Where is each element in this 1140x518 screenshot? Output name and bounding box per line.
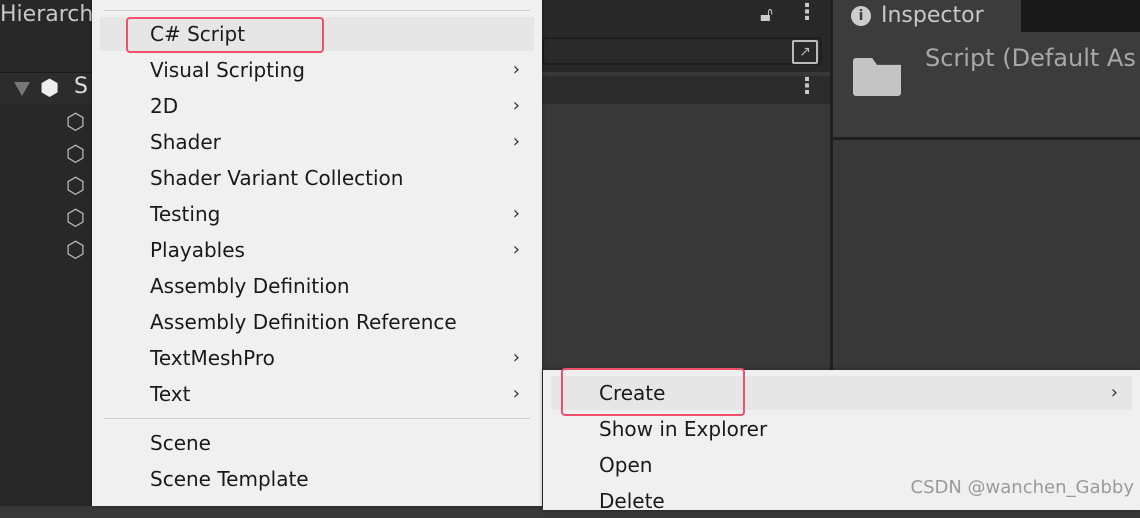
search-row: ↗ xyxy=(542,32,830,72)
chevron-right-icon: › xyxy=(512,203,520,224)
menu-item-label: Delete xyxy=(599,489,665,513)
more-options-icon[interactable]: ⋮ xyxy=(796,74,818,99)
menu-item-label: Scene xyxy=(150,431,211,455)
menu-item-text[interactable]: Text › xyxy=(100,377,534,411)
hierarchy-panel: Hierarchy ⬢ S ⬡ ⬡ ⬡ ⬡ ⬡ xyxy=(0,0,106,506)
tab-inspector-label: Inspector xyxy=(881,3,984,28)
menu-item-scene-template[interactable]: Scene Template xyxy=(100,462,534,496)
menu-item-label: Text xyxy=(150,382,191,406)
chevron-right-icon: › xyxy=(512,239,520,260)
create-submenu: C# Script Visual Scripting › 2D › Shader › Shad… xyxy=(92,0,542,506)
menu-item-show-in-explorer[interactable]: Show in Explorer xyxy=(551,412,1132,446)
inspector-title: Script (Default As xyxy=(925,44,1136,72)
menu-item-label: Assembly Definition xyxy=(150,274,350,298)
gameobject-cube-icon[interactable]: ⬡ xyxy=(66,238,92,264)
chevron-right-icon: › xyxy=(512,347,520,368)
menu-item-assembly-definition-reference[interactable]: Assembly Definition Reference xyxy=(100,305,534,339)
gameobject-cube-icon[interactable]: ⬡ xyxy=(66,110,92,136)
menu-item-label: Visual Scripting xyxy=(150,58,305,82)
menu-item-label: TextMeshPro xyxy=(150,346,275,370)
chevron-right-icon: › xyxy=(512,59,520,80)
menu-item-assembly-definition[interactable]: Assembly Definition xyxy=(100,269,534,303)
menu-item-label: Shader xyxy=(150,130,221,154)
inspector-header: Script (Default As xyxy=(833,32,1140,140)
menu-item-label: Open xyxy=(599,453,653,477)
chevron-right-icon: › xyxy=(1110,382,1118,403)
menu-item-2d[interactable]: 2D › xyxy=(100,89,534,123)
menu-item-label: Playables xyxy=(150,238,245,262)
menu-item-label: 2D xyxy=(150,94,179,118)
chevron-right-icon: › xyxy=(512,383,520,404)
menu-item-visual-scripting[interactable]: Visual Scripting › xyxy=(100,53,534,87)
menu-divider xyxy=(104,418,530,419)
info-icon: i xyxy=(851,6,871,26)
gameobject-cube-icon[interactable]: ⬡ xyxy=(66,206,92,232)
folder-icon xyxy=(853,58,901,96)
menu-item-textmeshpro[interactable]: TextMeshPro › xyxy=(100,341,534,375)
inspector-tabbar: Inspector i xyxy=(833,0,1140,32)
lock-icon[interactable]: 🔓︎ xyxy=(760,2,773,26)
more-options-icon[interactable]: ⋮ xyxy=(796,0,818,25)
gameobject-cube-icon[interactable]: ⬡ xyxy=(66,174,92,200)
search-input[interactable] xyxy=(542,37,822,65)
chevron-right-icon: › xyxy=(512,131,520,152)
menu-item-shader[interactable]: Shader › xyxy=(100,125,534,159)
menu-item-label: Assembly Definition Reference xyxy=(150,310,457,334)
menu-item-shader-variant-collection[interactable]: Shader Variant Collection xyxy=(100,161,534,195)
menu-item-scene[interactable]: Scene xyxy=(100,426,534,460)
project-toolbar: ⋮ xyxy=(542,74,830,104)
menu-item-playables[interactable]: Playables › xyxy=(100,233,534,267)
expand-icon[interactable]: ↗ xyxy=(792,40,818,64)
watermark: CSDN @wanchen_Gabby xyxy=(910,477,1134,498)
highlight-box xyxy=(561,368,745,416)
menu-item-label: Testing xyxy=(150,202,221,226)
expand-triangle-icon[interactable] xyxy=(14,82,30,96)
menu-item-label: Scene Template xyxy=(150,467,309,491)
menu-item-label: Show in Explorer xyxy=(599,417,768,441)
gameobject-cube-icon[interactable]: ⬡ xyxy=(66,142,92,168)
project-tabbar: 🔓︎ ⋮ xyxy=(542,0,830,32)
hierarchy-title[interactable]: Hierarchy xyxy=(0,2,106,27)
chevron-right-icon: › xyxy=(512,95,520,116)
unity-logo-icon: ⬢ xyxy=(40,76,60,101)
menu-item-testing[interactable]: Testing › xyxy=(100,197,534,231)
menu-item-label: Shader Variant Collection xyxy=(150,166,404,190)
scene-label: S xyxy=(74,74,88,99)
highlight-box xyxy=(126,17,324,53)
